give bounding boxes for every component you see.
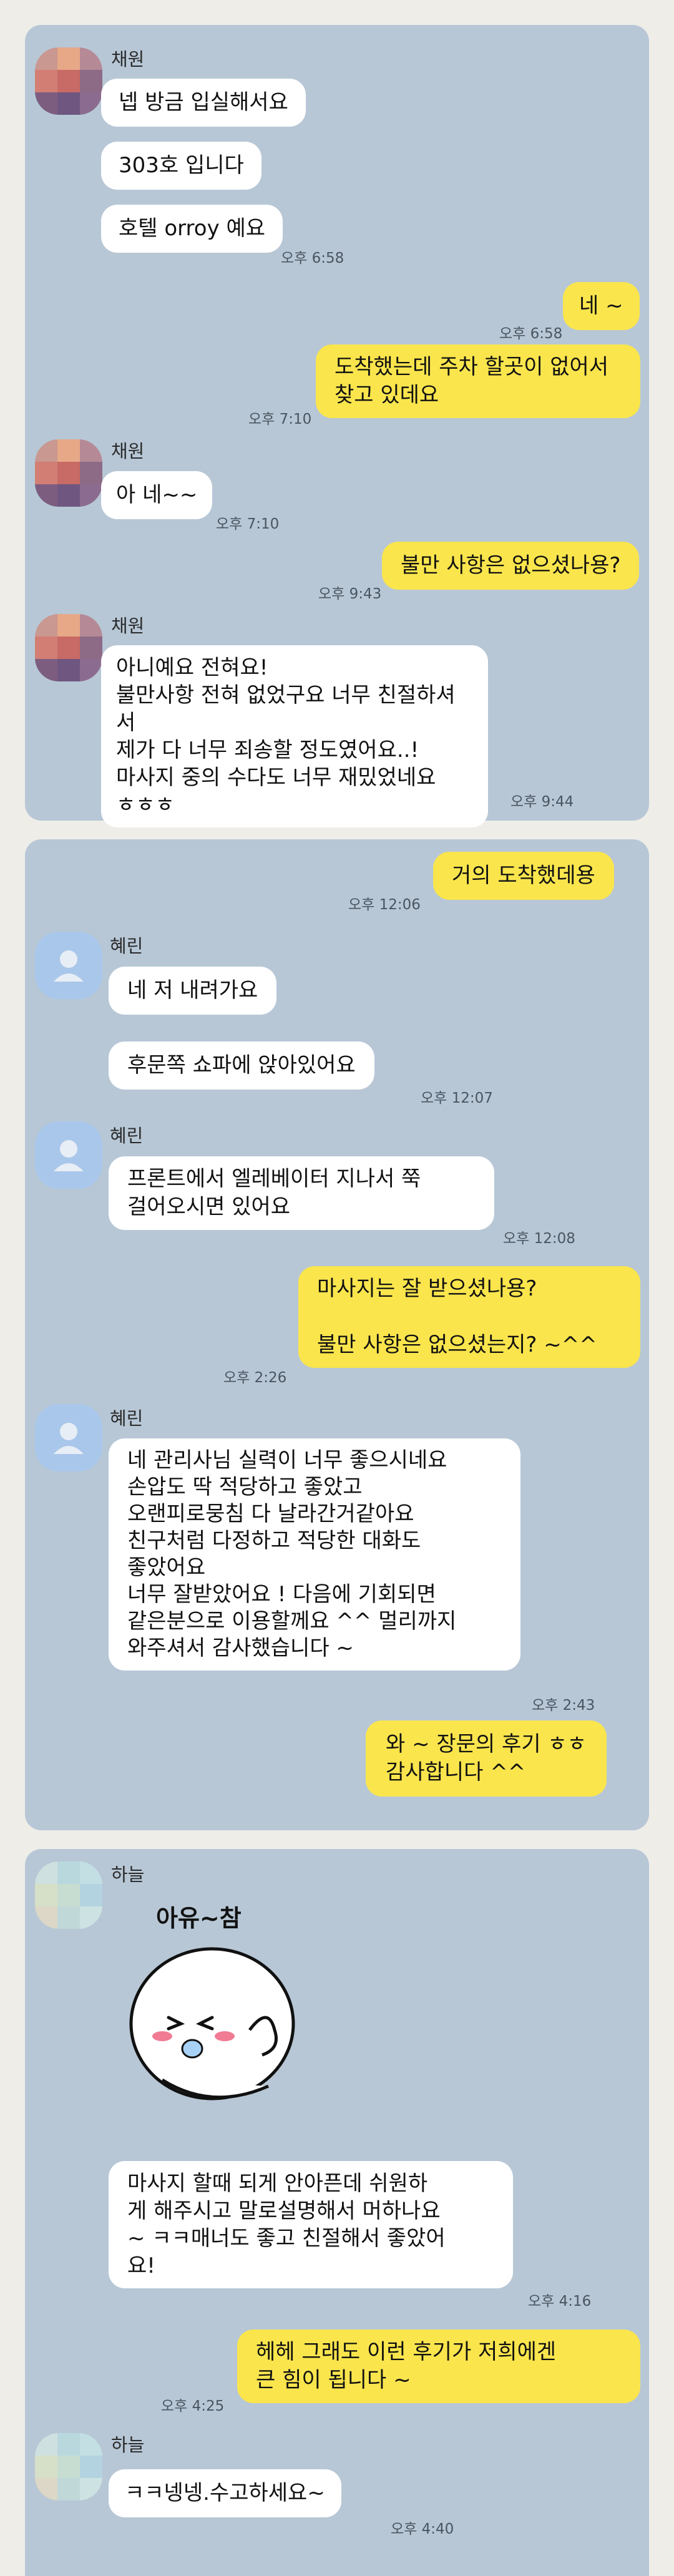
sender-avatar[interactable] bbox=[35, 614, 102, 681]
message-bubble[interactable]: 와 ~ 장문의 후기 ㅎㅎ 감사합니다 ^^ bbox=[366, 1720, 607, 1797]
sender-avatar[interactable] bbox=[35, 1861, 102, 1929]
person-avatar[interactable] bbox=[35, 932, 102, 999]
message-bubble[interactable]: 네 관리사님 실력이 너무 좋으시네요 손압도 딱 적당하고 좋았고 오랜피로뭉… bbox=[109, 1438, 520, 1671]
message-time: 오후 4:16 bbox=[528, 2293, 592, 2310]
sender-avatar[interactable] bbox=[35, 2433, 102, 2500]
message-bubble[interactable]: 네 ~ bbox=[563, 282, 640, 330]
message-bubble[interactable]: 아 네~~ bbox=[101, 471, 213, 519]
sender-name: 채원 bbox=[111, 441, 145, 462]
message-bubble[interactable]: 마사지는 잘 받으셨나용? 불만 사항은 없으셨는지? ~^^ bbox=[298, 1266, 640, 1368]
message-bubble[interactable]: 호텔 orroy 예요 bbox=[101, 205, 283, 253]
message-bubble[interactable]: ㅋㅋ넹넹.수고하세요~ bbox=[109, 2469, 341, 2517]
sender-name: 혜린 bbox=[110, 1125, 144, 1146]
sender-name: 채원 bbox=[111, 615, 145, 637]
message-time: 오후 4:40 bbox=[391, 2521, 454, 2537]
message-bubble[interactable]: 303호 입니다 bbox=[101, 142, 261, 190]
chat-screenshot-3: 하늘 아유~참 마사지 할때 되게 안아픈데 쉬원하 게 해주시고 말로설명해서… bbox=[25, 1849, 649, 2576]
message-bubble[interactable]: 프론트에서 엘레베이터 지나서 쭉 걸어오시면 있어요 bbox=[109, 1156, 494, 1230]
message-time: 오후 7:10 bbox=[248, 411, 312, 427]
chat-screenshot-2: 오후 12:06 거의 도착했데용 혜린 네 저 내려가요 후문쪽 쇼파에 앉아… bbox=[25, 839, 649, 1830]
message-bubble[interactable]: 네 저 내려가요 bbox=[109, 967, 277, 1015]
person-avatar[interactable] bbox=[35, 1121, 102, 1189]
chat-screenshot-1: 채원 넵 방금 입실해서요 303호 입니다 호텔 orroy 예요 오후 6:… bbox=[25, 25, 649, 827]
message-time: 오후 12:07 bbox=[421, 1090, 493, 1106]
sender-name: 혜린 bbox=[110, 1408, 144, 1429]
message-bubble[interactable]: 넵 방금 입실해서요 bbox=[101, 79, 306, 127]
sender-name: 혜린 bbox=[110, 935, 144, 957]
message-time: 오후 2:26 bbox=[223, 1370, 287, 1386]
sticker[interactable]: 아유~참 bbox=[119, 1899, 306, 2124]
message-time: 오후 7:10 bbox=[216, 516, 280, 532]
message-bubble[interactable]: 후문쪽 쇼파에 앉아있어요 bbox=[109, 1042, 374, 1090]
message-bubble[interactable]: 불만 사항은 없으셨나용? bbox=[382, 542, 640, 590]
seal-sticker-icon bbox=[129, 1947, 295, 2100]
message-time: 오후 6:58 bbox=[281, 250, 344, 266]
message-bubble[interactable]: 마사지 할때 되게 안아픈데 쉬원하 게 해주시고 말로설명해서 머하나요 ~ … bbox=[109, 2161, 513, 2288]
message-bubble[interactable]: 거의 도착했데용 bbox=[433, 852, 614, 900]
message-bubble[interactable]: 헤헤 그래도 이런 후기가 저희에겐 큰 힘이 됩니다 ~ bbox=[237, 2330, 640, 2403]
sender-name: 하늘 bbox=[111, 2434, 145, 2456]
sender-name: 하늘 bbox=[111, 1864, 145, 1885]
message-time: 오후 9:44 bbox=[510, 794, 574, 810]
person-avatar[interactable] bbox=[35, 1404, 102, 1471]
message-time: 오후 12:08 bbox=[503, 1231, 575, 1247]
message-bubble[interactable]: 아니예요 전혀요! 불만사항 전혀 없었구요 너무 친절하셔서 제가 다 너무 … bbox=[101, 645, 488, 827]
message-bubble[interactable]: 도착했는데 주차 할곳이 없어서 찾고 있데요 bbox=[316, 344, 640, 418]
message-time: 오후 6:58 bbox=[499, 326, 563, 342]
message-time: 오후 9:43 bbox=[318, 586, 382, 602]
message-time: 오후 4:25 bbox=[161, 2398, 225, 2414]
message-time: 오후 2:43 bbox=[532, 1697, 595, 1714]
message-time: 오후 12:06 bbox=[348, 897, 421, 913]
sender-avatar[interactable] bbox=[35, 439, 102, 507]
sender-name: 채원 bbox=[111, 49, 145, 70]
sender-avatar[interactable] bbox=[35, 47, 102, 115]
